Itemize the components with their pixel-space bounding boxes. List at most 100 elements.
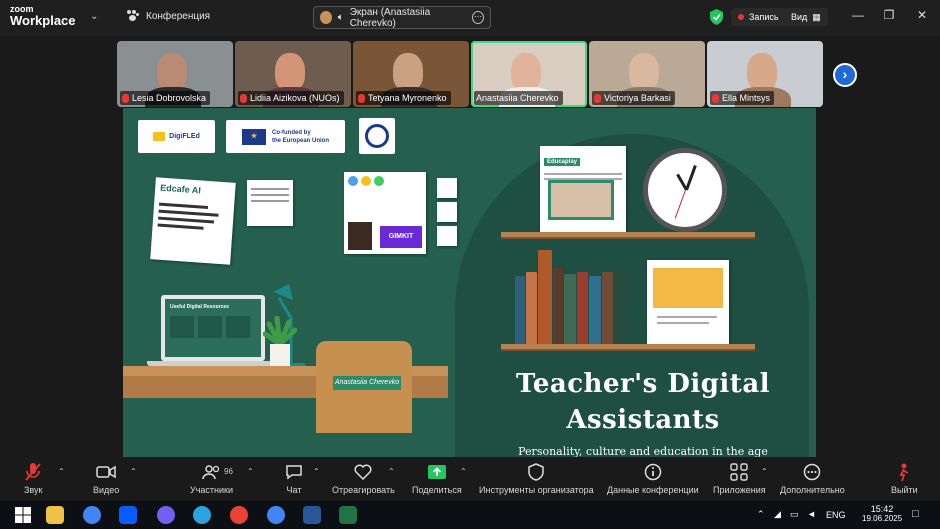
audio-options-chevron[interactable]: ⌃ [58, 467, 65, 476]
view-button[interactable]: Вид ▦ [784, 8, 828, 26]
digifled-logo: DigiFLEd [138, 120, 215, 153]
react-button[interactable]: Отреагировать [332, 461, 395, 495]
apps-options-chevron[interactable]: ⌃ [761, 467, 768, 476]
chevron-down-icon[interactable]: ⌄ [90, 11, 98, 22]
windows-taskbar: ⌃ ◢ ▭ ◄ ENG 15:42 19.06.2025 □ [0, 501, 940, 529]
file-explorer-icon[interactable] [46, 506, 64, 524]
participant-name: Victoriya Barkasi [592, 91, 675, 105]
logo-line2: Workplace [10, 13, 76, 28]
shelf-lower [501, 344, 755, 351]
leave-button[interactable]: Выйти [891, 461, 918, 495]
participant-name: Anastasiia Cherevko [474, 91, 563, 105]
audio-button[interactable]: Звук [24, 461, 42, 495]
participant-video [747, 53, 777, 91]
tray-chevron-icon[interactable]: ⌃ [757, 509, 765, 520]
chrome-profile-2-icon[interactable] [267, 506, 285, 524]
chrome-profile-icon[interactable] [230, 506, 248, 524]
record-button[interactable]: Запись [731, 8, 786, 26]
more-icon[interactable]: ⋯ [472, 11, 484, 24]
sticky-note [437, 178, 457, 198]
edcafe-card: Edcafe AI [150, 177, 236, 265]
apps-icon [730, 463, 749, 481]
react-options-chevron[interactable]: ⌃ [388, 467, 395, 476]
muted-mic-icon [25, 463, 41, 481]
eu-logo: ★ Co-funded by the European Union [226, 120, 345, 153]
heart-icon [354, 464, 372, 480]
share-screen-button[interactable]: Поделиться [412, 461, 462, 495]
note-card [247, 180, 293, 226]
potted-plant [263, 316, 297, 366]
participant-name: Ella Mintsys [710, 91, 775, 105]
language-indicator[interactable]: ENG [826, 510, 846, 520]
shield-icon [528, 463, 545, 481]
share-screen-icon [427, 465, 446, 479]
presenter-tag: Anastasiia Cherevko [333, 376, 401, 390]
network-icon[interactable]: ◢ [774, 509, 781, 520]
meeting-toolbar: Звук ⌃ Видео ⌃ Участники 96 ⌃ Чат ⌃ Отре… [0, 457, 940, 501]
minimize-icon[interactable]: — [848, 8, 868, 22]
battery-icon[interactable]: ▭ [790, 509, 799, 520]
chrome-icon[interactable] [83, 506, 101, 524]
meeting-info-button[interactable]: Данные конференции [607, 461, 699, 495]
participant-tile-active[interactable]: Anastasiia Cherevko [471, 41, 587, 107]
record-dot-icon [738, 14, 744, 20]
share-options-chevron[interactable]: ⌃ [460, 467, 467, 476]
zoom-logo[interactable]: zoom Workplace [10, 5, 76, 28]
clock[interactable]: 15:42 19.06.2025 [862, 504, 902, 523]
word-icon[interactable] [303, 506, 321, 524]
laptop-illustration: Useful Digital Resources [161, 295, 265, 361]
zoom-app-icon[interactable] [119, 506, 137, 524]
chat-button[interactable]: Чат [285, 461, 303, 495]
volume-icon[interactable]: ◄ [807, 509, 816, 519]
muted-mic-icon [712, 93, 719, 103]
participants-icon [201, 465, 219, 480]
more-icon [804, 463, 821, 481]
info-icon [644, 463, 662, 481]
participant-tile[interactable]: Lidiia Aizikova (NUOs) [235, 41, 351, 107]
host-tools-button[interactable]: Инструменты организатора [479, 461, 594, 495]
participant-tile[interactable]: Victoriya Barkasi [589, 41, 705, 107]
record-label: Запись [749, 12, 779, 22]
shelf-upper [501, 232, 755, 239]
meeting-info[interactable]: Конференция [126, 10, 210, 22]
muted-mic-icon [240, 93, 247, 103]
participant-video [393, 53, 423, 91]
title-bar: zoom Workplace ⌄ Конференция 🔈︎ Экран (A… [0, 0, 940, 36]
grid-icon: ▦ [812, 11, 821, 22]
telegram-icon[interactable] [193, 506, 211, 524]
more-button[interactable]: Дополнительно [780, 461, 845, 495]
muted-mic-icon [122, 93, 129, 103]
participant-video [629, 53, 659, 91]
notification-icon[interactable]: □ [912, 508, 919, 520]
next-participants-button[interactable]: › [833, 63, 857, 87]
video-button[interactable]: Видео [93, 461, 119, 495]
speaker-icon: 🔈︎ [337, 12, 344, 23]
paw-icon [126, 10, 140, 22]
participants-count: 96 [224, 467, 233, 476]
participant-tile[interactable]: Lesia Dobrovolska [117, 41, 233, 107]
restore-icon[interactable]: ❐ [879, 8, 899, 22]
slide-subtitle: Personality, culture and education in th… [518, 445, 768, 457]
apps-button[interactable]: Приложения [713, 461, 766, 495]
close-icon[interactable]: ✕ [912, 8, 932, 22]
viber-icon[interactable] [157, 506, 175, 524]
participant-tile[interactable]: Tetyana Myronenko [353, 41, 469, 107]
screen-share-pill[interactable]: 🔈︎ Экран (Anastasiia Cherevko) ⋯ [313, 6, 491, 29]
educaplay-card: Educaplay [540, 146, 626, 232]
participant-video [275, 53, 305, 91]
chat-options-chevron[interactable]: ⌃ [313, 467, 320, 476]
security-shield-icon[interactable] [710, 9, 723, 25]
video-options-chevron[interactable]: ⌃ [130, 467, 137, 476]
participant-tile[interactable]: Ella Mintsys [707, 41, 823, 107]
sticky-note [437, 226, 457, 246]
zoom-window: zoom Workplace ⌄ Конференция 🔈︎ Экран (A… [0, 0, 940, 529]
participant-name: Tetyana Myronenko [356, 91, 451, 105]
participants-options-chevron[interactable]: ⌃ [247, 467, 254, 476]
windows-start-icon[interactable] [14, 506, 32, 524]
participant-strip: Lesia Dobrovolska Lidiia Aizikova (NUOs)… [117, 41, 823, 107]
excel-icon[interactable] [339, 506, 357, 524]
chat-icon [286, 465, 302, 480]
university-emblem [359, 118, 395, 154]
participant-video [157, 53, 187, 91]
wall-clock [643, 148, 727, 232]
